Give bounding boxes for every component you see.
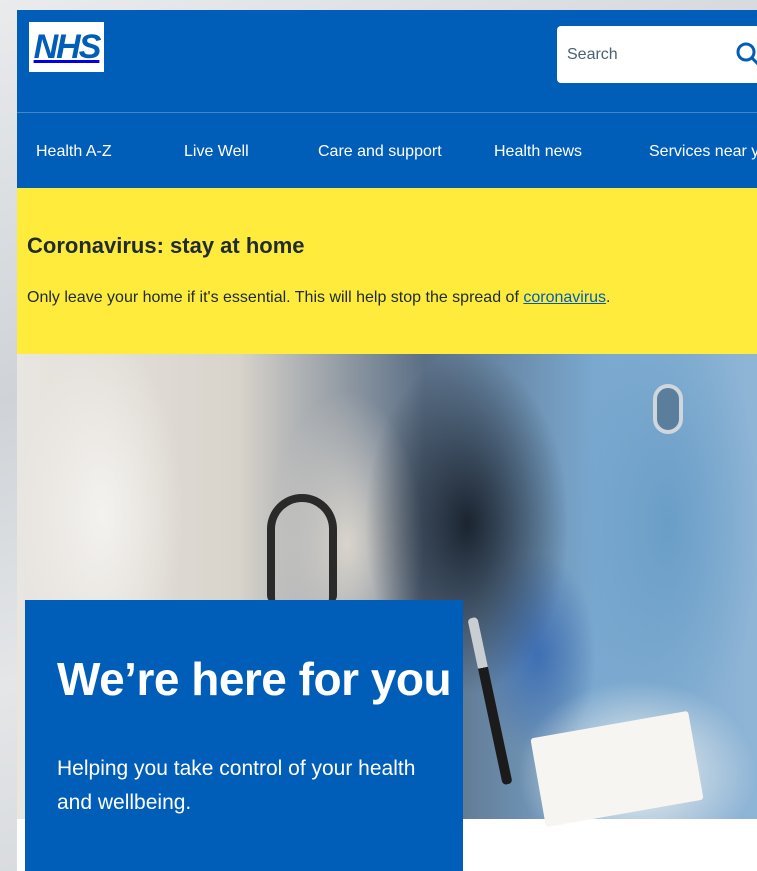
coronavirus-alert-banner: Coronavirus: stay at home Only leave you…: [17, 188, 757, 354]
hero-image-pen: [467, 616, 513, 786]
alert-title: Coronavirus: stay at home: [27, 233, 305, 258]
alert-text-body: Only leave your home if it's essential. …: [27, 289, 524, 306]
coronavirus-link[interactable]: coronavirus: [523, 289, 606, 306]
nav-item-services-near-you[interactable]: Services near you: [649, 143, 757, 161]
hero-image-wheelchair: [267, 494, 337, 604]
main-navigation: Health A-Z Live Well Care and support He…: [17, 113, 757, 188]
alert-text-end: .: [606, 289, 611, 306]
search-input[interactable]: [557, 45, 727, 64]
search-icon[interactable]: [735, 40, 757, 68]
search-box: [557, 26, 757, 83]
nav-item-health-a-z[interactable]: Health A-Z: [36, 143, 112, 161]
site-header: NHS Health A-Z Live Well Care and suppor…: [17, 10, 757, 188]
hero-title: We’re here for you: [57, 653, 452, 705]
nav-item-live-well[interactable]: Live Well: [184, 143, 249, 161]
hero-image-stethoscope: [653, 384, 683, 434]
hero-image-notepad: [530, 710, 704, 828]
hero-card: We’re here for you Helping you take cont…: [25, 600, 463, 871]
nav-item-care-and-support[interactable]: Care and support: [318, 143, 442, 161]
nav-item-health-news[interactable]: Health news: [494, 143, 582, 161]
hero-subtitle: Helping you take control of your health …: [57, 757, 416, 814]
nhs-logo-link[interactable]: NHS: [29, 22, 104, 72]
browser-page: NHS Health A-Z Live Well Care and suppor…: [17, 10, 757, 871]
nhs-logo-text: NHS: [33, 27, 102, 66]
alert-text: Only leave your home if it's essential. …: [27, 289, 611, 307]
